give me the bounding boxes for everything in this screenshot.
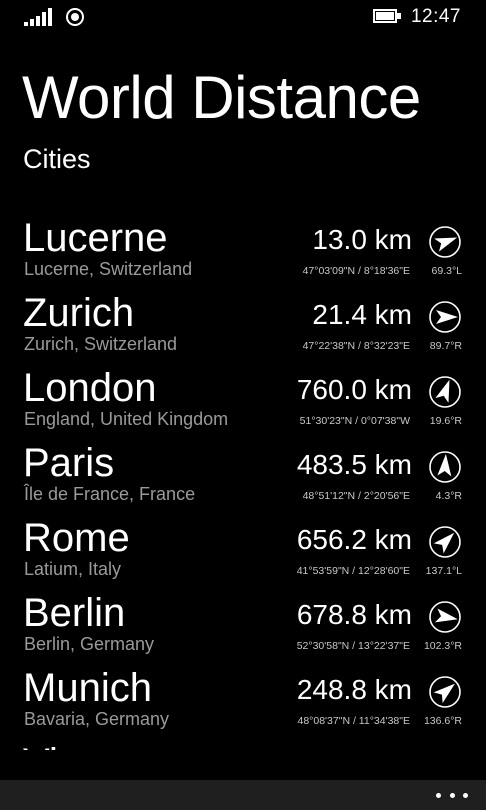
city-name: London (23, 366, 157, 410)
city-name: Zurich (23, 291, 135, 335)
compass-arrow-icon (428, 225, 462, 259)
city-bearing: 136.6°R (423, 715, 462, 727)
city-region: Latium, Italy (24, 559, 122, 579)
location-icon (66, 8, 84, 26)
city-row[interactable]: London England, United Kingdom 760.0 km 51°… (0, 362, 486, 437)
city-row[interactable]: Munich Bavaria, Germany 248.8 km 48°08'37"N… (0, 662, 486, 737)
city-coordinates: 52°30'58"N / 13°22'37"E (296, 640, 410, 652)
city-name: Vi (23, 737, 58, 750)
city-list[interactable]: Lucerne Lucerne, Switzerland 13.0 km 47°03'… (0, 212, 486, 750)
battery-charging-icon (373, 9, 403, 23)
status-bar: 12:47 (0, 0, 486, 34)
city-distance: 656.2 km (296, 524, 412, 555)
page-title: Cities (23, 144, 91, 174)
city-region: England, United Kingdom (24, 409, 229, 429)
app-bar (0, 780, 486, 810)
compass-arrow-icon (428, 525, 462, 559)
compass-arrow-icon (428, 675, 462, 709)
city-row[interactable]: Lucerne Lucerne, Switzerland 13.0 km 47°03'… (0, 212, 486, 287)
city-coordinates: 48°51'12"N / 2°20'56"E (302, 490, 410, 502)
city-bearing: 4.3°R (435, 490, 462, 502)
app-title: World Distance (22, 64, 421, 131)
screen: 12:47 World Distance Cities Lucerne Lucer… (0, 0, 486, 810)
city-region: Bavaria, Germany (24, 709, 170, 729)
status-time: 12:47 (410, 6, 461, 27)
signal-strength-icon (24, 8, 54, 26)
city-region: Lucerne, Switzerland (24, 259, 193, 279)
city-bearing: 102.3°R (423, 640, 462, 652)
city-region: Zurich, Switzerland (24, 334, 178, 354)
city-bearing: 69.3°L (431, 265, 462, 277)
compass-arrow-icon (428, 300, 462, 334)
city-name: Rome (23, 516, 130, 560)
city-row[interactable]: Rome Latium, Italy 656.2 km 41°53'59"N / 12… (0, 512, 486, 587)
city-coordinates: 47°22'38"N / 8°32'23"E (302, 340, 410, 352)
ellipsis-icon[interactable] (436, 788, 468, 802)
city-row[interactable]: Vi (0, 737, 486, 750)
compass-arrow-icon (428, 375, 462, 409)
city-name: Paris (23, 441, 115, 485)
city-coordinates: 51°30'23"N / 0°07'38"W (299, 415, 410, 427)
city-name: Berlin (23, 591, 126, 635)
city-region: Île de France, France (24, 484, 196, 504)
compass-arrow-icon (428, 600, 462, 634)
city-distance: 760.0 km (296, 374, 412, 405)
city-bearing: 137.1°L (425, 565, 462, 577)
city-name: Lucerne (23, 216, 168, 260)
city-distance: 483.5 km (296, 449, 412, 480)
compass-arrow-icon (428, 450, 462, 484)
city-coordinates: 48°08'37"N / 11°34'38"E (297, 715, 411, 727)
city-bearing: 19.6°R (429, 415, 462, 427)
city-row[interactable]: Berlin Berlin, Germany 678.8 km 52°30'58"N … (0, 587, 486, 662)
city-distance: 21.4 km (312, 299, 412, 330)
city-distance: 248.8 km (296, 674, 412, 705)
city-name: Munich (23, 666, 152, 710)
city-row[interactable]: Paris Île de France, France 483.5 km 48°51'… (0, 437, 486, 512)
city-row[interactable]: Zurich Zurich, Switzerland 21.4 km 47°22'38… (0, 287, 486, 362)
city-coordinates: 41°53'59"N / 12°28'60"E (296, 565, 410, 577)
city-coordinates: 47°03'09"N / 8°18'36"E (302, 265, 410, 277)
city-region: Berlin, Germany (24, 634, 155, 654)
city-distance: 678.8 km (296, 599, 412, 630)
city-distance: 13.0 km (312, 224, 412, 255)
city-bearing: 89.7°R (429, 340, 462, 352)
